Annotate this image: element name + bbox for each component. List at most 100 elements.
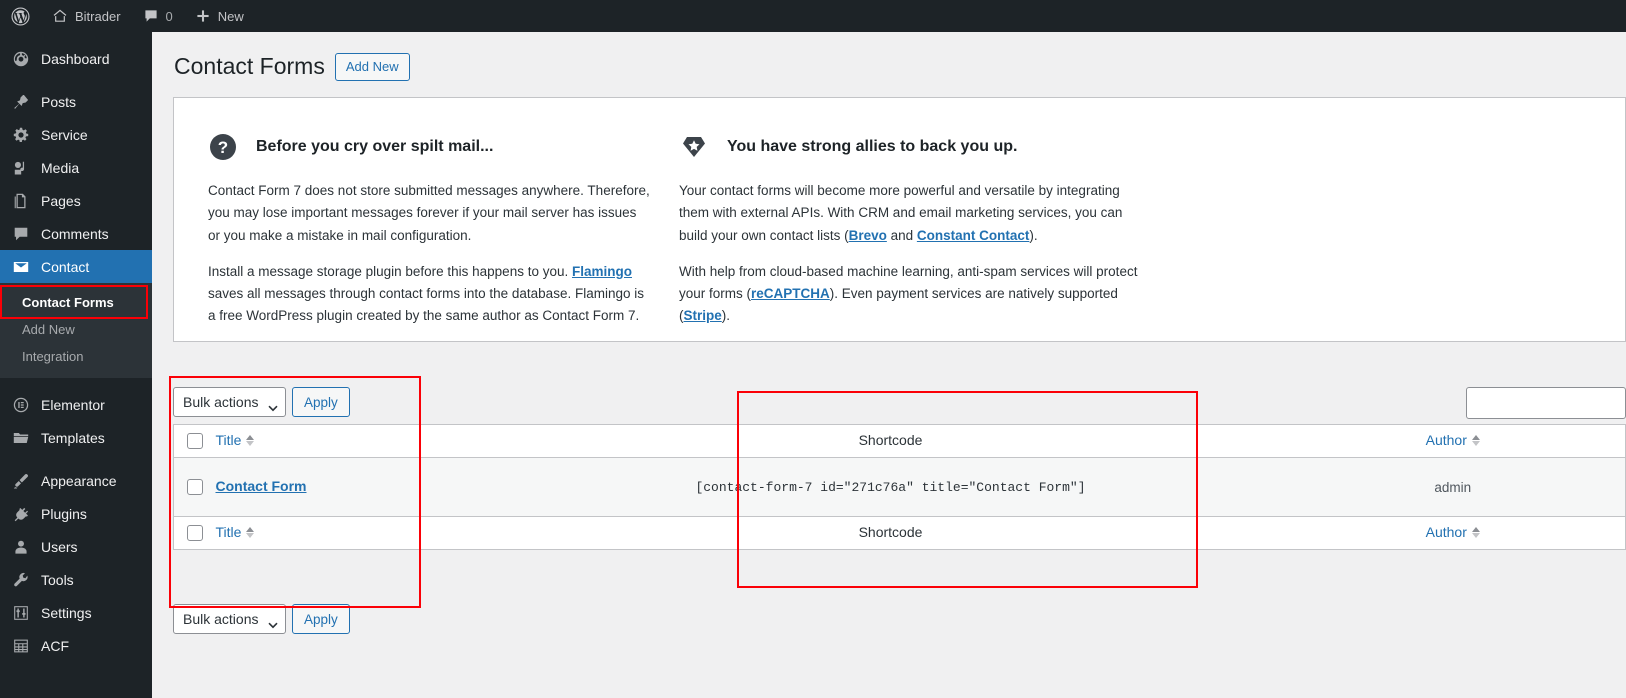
sidebar-item-elementor[interactable]: Elementor (0, 388, 152, 421)
author-column-header-bottom[interactable]: Author (1281, 517, 1626, 550)
sort-arrows-icon[interactable] (1472, 527, 1480, 538)
sidebar-item-label: Settings (41, 606, 92, 620)
add-new-button[interactable]: Add New (335, 53, 410, 82)
author-sort-link-bottom[interactable]: Author (1426, 524, 1480, 540)
title-sort-link-top[interactable]: Title (216, 432, 255, 448)
bulk-actions-select-bottom[interactable]: Bulk actions (173, 604, 286, 634)
author-sort-link-top[interactable]: Author (1426, 432, 1480, 448)
sidebar-item-acf[interactable]: ACF (0, 629, 152, 662)
welcome-right-paragraph-1: Your contact forms will become more powe… (679, 180, 1148, 247)
author-column-label: Author (1426, 524, 1467, 540)
sidebar-item-users[interactable]: Users (0, 530, 152, 563)
sidebar-item-label: Pages (41, 194, 81, 208)
menu-spacer (0, 75, 152, 85)
bulk-actions-select-top[interactable]: Bulk actions (173, 387, 286, 417)
gear-icon (11, 125, 31, 145)
sliders-icon (11, 603, 31, 623)
sidebar-item-media[interactable]: Media (0, 151, 152, 184)
sidebar-item-label: ACF (41, 639, 69, 653)
table-body: Contact Form [contact-form-7 id="271c76a… (174, 458, 1626, 517)
wordpress-logo-menu[interactable] (0, 0, 41, 32)
title-column-label: Title (216, 524, 242, 540)
bulk-actions-top: Bulk actions Apply (173, 387, 350, 417)
sort-arrows-icon[interactable] (246, 435, 254, 446)
submenu-item-add-new[interactable]: Add New (0, 316, 152, 343)
welcome-right-heading: You have strong allies to back you up. (727, 138, 1017, 156)
shortcode-column-header-bottom: Shortcode (501, 517, 1281, 550)
comments-menu[interactable]: 0 (132, 0, 184, 32)
row-shortcode-cell[interactable]: [contact-form-7 id="271c76a" title="Cont… (501, 458, 1281, 517)
sidebar-item-label: Users (41, 540, 78, 554)
new-content-menu[interactable]: New (184, 0, 255, 32)
constant-contact-link[interactable]: Constant Contact (917, 228, 1030, 243)
text-after-flamingo-link: saves all messages through contact forms… (208, 286, 644, 323)
sidebar-item-comments[interactable]: Comments (0, 217, 152, 250)
brevo-link[interactable]: Brevo (849, 228, 887, 243)
menu-spacer (0, 454, 152, 464)
sidebar-item-tools[interactable]: Tools (0, 563, 152, 596)
site-name-menu[interactable]: Bitrader (41, 0, 132, 32)
submenu-item-contact-forms[interactable]: Contact Forms (0, 289, 152, 316)
row-title-cell: Contact Form (216, 458, 501, 517)
stripe-link[interactable]: Stripe (684, 308, 722, 323)
gem-star-icon (679, 132, 709, 162)
sidebar-item-templates[interactable]: Templates (0, 421, 152, 454)
sort-arrows-icon[interactable] (1472, 435, 1480, 446)
page-title: Contact Forms (174, 52, 325, 82)
sidebar-item-contact[interactable]: Contact (0, 250, 152, 283)
apply-button-bottom[interactable]: Apply (292, 604, 350, 634)
row-author-cell: admin (1281, 458, 1626, 517)
new-content-label: New (218, 9, 244, 24)
select-all-checkbox-top[interactable] (187, 433, 203, 449)
title-column-label: Title (216, 432, 242, 448)
sidebar-item-label: Elementor (41, 398, 105, 412)
admin-bar: Bitrader 0 New (0, 0, 1626, 32)
title-sort-link-bottom[interactable]: Title (216, 524, 255, 540)
title-column-header-top[interactable]: Title (216, 425, 501, 458)
sidebar-item-appearance[interactable]: Appearance (0, 464, 152, 497)
main-content: Contact Forms Add New ? Before you cry o… (152, 32, 1626, 698)
question-mark-icon: ? (208, 132, 238, 162)
select-all-checkbox-bottom[interactable] (187, 525, 203, 541)
menu-spacer (0, 378, 152, 388)
sort-arrows-icon[interactable] (246, 527, 254, 538)
sidebar-item-label: Plugins (41, 507, 87, 521)
tablenav-top: Bulk actions Apply (173, 379, 1626, 424)
sidebar-item-label: Service (41, 128, 88, 142)
apply-button-top[interactable]: Apply (292, 387, 350, 417)
sidebar-item-settings[interactable]: Settings (0, 596, 152, 629)
brush-icon (11, 471, 31, 491)
welcome-left-paragraph-1: Contact Form 7 does not store submitted … (208, 180, 651, 247)
title-column-header-bottom[interactable]: Title (216, 517, 501, 550)
sidebar-item-label: Comments (41, 227, 109, 241)
author-column-header-top[interactable]: Author (1281, 425, 1626, 458)
row-checkbox[interactable] (187, 479, 203, 495)
plus-icon (195, 8, 211, 24)
contact-forms-table: Title Shortcode Author (173, 424, 1626, 550)
sidebar-item-plugins[interactable]: Plugins (0, 497, 152, 530)
welcome-column-left: ? Before you cry over spilt mail... Cont… (174, 98, 671, 341)
welcome-left-paragraph-2: Install a message storage plugin before … (208, 261, 651, 328)
shortcode-column-label: Shortcode (859, 432, 923, 448)
tablenav-bottom: Bulk actions Apply (173, 595, 1626, 641)
search-input[interactable] (1467, 388, 1625, 418)
flamingo-link[interactable]: Flamingo (572, 264, 632, 279)
recaptcha-link[interactable]: reCAPTCHA (751, 286, 830, 301)
contact-form-link[interactable]: Contact Form (216, 478, 307, 494)
sidebar-item-service[interactable]: Service (0, 118, 152, 151)
text-before-flamingo-link: Install a message storage plugin before … (208, 264, 572, 279)
pages-icon (11, 191, 31, 211)
sidebar-item-label: Dashboard (41, 52, 110, 66)
submenu-item-label: Integration (22, 349, 83, 364)
bulk-actions-select-wrapper-bottom: Bulk actions (173, 604, 286, 634)
shortcode-column-header-top: Shortcode (501, 425, 1281, 458)
bulk-actions-bottom: Bulk actions Apply (173, 604, 350, 634)
submenu-item-integration[interactable]: Integration (0, 343, 152, 370)
select-all-header-top (174, 425, 216, 458)
text-after-links: ). (1029, 228, 1037, 243)
sidebar-item-pages[interactable]: Pages (0, 184, 152, 217)
sidebar-item-dashboard[interactable]: Dashboard (0, 42, 152, 75)
welcome-panel: ? Before you cry over spilt mail... Cont… (173, 97, 1626, 342)
sidebar-item-posts[interactable]: Posts (0, 85, 152, 118)
page-header: Contact Forms Add New (152, 32, 1626, 82)
